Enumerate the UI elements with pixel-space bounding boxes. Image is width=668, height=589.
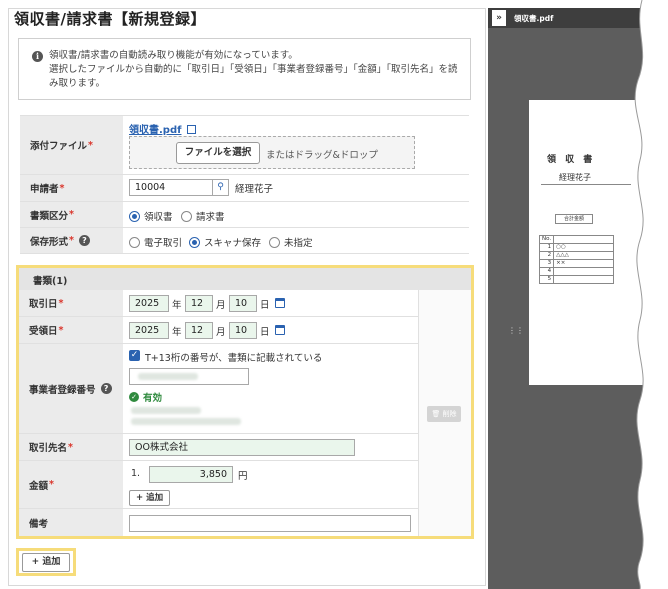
- partner-name-input[interactable]: OO株式会社: [129, 439, 355, 456]
- applicant-code-input[interactable]: 10004: [129, 179, 213, 196]
- document-header: 書類(1): [19, 268, 471, 290]
- receipt-recipient: 経理花子: [559, 173, 591, 182]
- amount-index: 1.: [131, 468, 141, 479]
- table-row: 3 ××: [538, 259, 615, 268]
- table-row: 1 ○○: [538, 243, 615, 252]
- redacted-text: [131, 418, 241, 425]
- info-text-line1: 領収書/請求書の自動読み取り機能が有効になっています。: [49, 50, 298, 61]
- attached-file-link[interactable]: 領収書.pdf: [129, 121, 197, 136]
- remarks-input[interactable]: [129, 515, 411, 532]
- radio-electronic[interactable]: 電子取引: [129, 235, 182, 249]
- applicant-row: 申請者 * 10004 ⚲ 経理花子: [20, 175, 469, 202]
- delete-document-button[interactable]: 🗑 削除: [427, 406, 461, 422]
- table-row: 5: [538, 275, 615, 284]
- redacted-text: [131, 407, 201, 414]
- received-date-label: 受領日 *: [19, 317, 123, 343]
- info-notice: i 領収書/請求書の自動読み取り機能が有効になっています。 選択したファイルから…: [18, 38, 471, 100]
- calendar-icon[interactable]: [275, 325, 285, 335]
- receipt-total-label: 合計金額: [555, 214, 593, 224]
- amount-input[interactable]: 3,850: [149, 466, 233, 483]
- calendar-icon[interactable]: [275, 298, 285, 308]
- receipt-table-header: No.: [538, 235, 615, 244]
- add-document-button[interactable]: + 追加: [22, 553, 70, 572]
- resize-handle[interactable]: ⋮⋮: [508, 326, 524, 335]
- registration-checkbox-label: T+13桁の番号が、書類に記載されている: [145, 353, 323, 364]
- add-amount-button[interactable]: + 追加: [129, 490, 171, 506]
- registration-number-label: 事業者登録番号?: [19, 344, 123, 433]
- validity-status: 有効: [143, 393, 163, 404]
- storage-format-label: 保存形式 *?: [20, 228, 123, 253]
- receipt-underline: [541, 184, 631, 185]
- remarks-label: 備考: [19, 509, 123, 536]
- amount-row: 金額 * 1. 3,850 円 + 追加: [19, 461, 418, 509]
- amount-label: 金額 *: [19, 461, 123, 508]
- document-actions-column: 🗑 削除: [418, 290, 471, 536]
- file-drop-zone[interactable]: ファイルを選択 またはドラッグ&ドロップ: [129, 136, 415, 169]
- attachment-row: 添付ファイル * 領収書.pdf ファイルを選択 またはドラッグ&ドロップ: [20, 115, 469, 175]
- radio-checked-icon: [129, 210, 140, 222]
- radio-invoice[interactable]: 請求書: [181, 209, 225, 223]
- help-icon[interactable]: ?: [78, 235, 90, 246]
- search-icon[interactable]: ⚲: [212, 179, 229, 196]
- radio-empty-icon: [181, 210, 192, 222]
- applicant-name: 経理花子: [235, 184, 274, 195]
- amount-unit: 円: [238, 471, 248, 482]
- transaction-year-input[interactable]: 2025: [129, 295, 169, 312]
- viewer-file-name: 領収書.pdf: [514, 14, 554, 23]
- document-block: 書類(1) 取引日 * 2025 年 12 月 10 日 受領日 * 2025 年 …: [16, 265, 474, 539]
- info-text-line3: み取ります。: [49, 78, 106, 89]
- transaction-date-label: 取引日 *: [19, 290, 123, 316]
- info-text-line2: 選択したファイルから自動的に「取引日」「受領日」「事業者登録番号」「金額」「取引…: [49, 64, 458, 75]
- doc-type-row: 書類区分 * 領収書 請求書: [20, 202, 469, 228]
- registration-number-input[interactable]: [129, 368, 249, 385]
- radio-checked-icon: [189, 236, 200, 248]
- table-row: 4: [538, 267, 615, 276]
- received-year-input[interactable]: 2025: [129, 322, 169, 339]
- attachment-label: 添付ファイル *: [20, 116, 123, 174]
- info-icon: i: [32, 51, 43, 62]
- radio-receipt[interactable]: 領収書: [129, 209, 173, 223]
- external-link-icon: [187, 125, 197, 134]
- radio-empty-icon: [129, 236, 140, 248]
- transaction-month-input[interactable]: 12: [185, 295, 213, 312]
- receipt-title: 領 収 書: [547, 155, 596, 165]
- radio-scanner[interactable]: スキャナ保存: [189, 235, 261, 249]
- doc-type-label: 書類区分 *: [20, 202, 123, 227]
- applicant-label: 申請者 *: [20, 175, 123, 201]
- received-month-input[interactable]: 12: [185, 322, 213, 339]
- receipt-table: No. 1 ○○ 2 △△△ 3 ×× 4 5: [538, 235, 615, 284]
- check-circle-icon: ✓: [129, 392, 139, 402]
- radio-unspecified[interactable]: 未指定: [269, 235, 313, 249]
- partner-label: 取引先名 *: [19, 434, 123, 460]
- received-date-row: 受領日 * 2025 年 12 月 10 日: [19, 317, 418, 344]
- page-title: 領収書/請求書【新規登録】: [14, 10, 206, 28]
- collapse-viewer-button[interactable]: »: [492, 10, 506, 26]
- choose-file-button[interactable]: ファイルを選択: [176, 142, 260, 164]
- redacted-value: [138, 373, 198, 380]
- torn-edge-decoration: [634, 0, 668, 589]
- add-document-area: + 追加: [16, 548, 76, 576]
- drop-hint: またはドラッグ&ドロップ: [266, 150, 378, 161]
- registration-number-row: 事業者登録番号? ✓ T+13桁の番号が、書類に記載されている ✓ 有効: [19, 344, 418, 434]
- remarks-row: 備考: [19, 509, 418, 536]
- help-icon[interactable]: ?: [100, 383, 112, 394]
- registration-checkbox[interactable]: ✓: [129, 350, 140, 361]
- received-day-input[interactable]: 10: [229, 322, 257, 339]
- partner-row: 取引先名 * OO株式会社: [19, 434, 418, 461]
- radio-empty-icon: [269, 236, 280, 248]
- table-row: 2 △△△: [538, 251, 615, 260]
- transaction-date-row: 取引日 * 2025 年 12 月 10 日: [19, 290, 418, 317]
- storage-format-row: 保存形式 *? 電子取引 スキャナ保存 未指定: [20, 228, 469, 254]
- transaction-day-input[interactable]: 10: [229, 295, 257, 312]
